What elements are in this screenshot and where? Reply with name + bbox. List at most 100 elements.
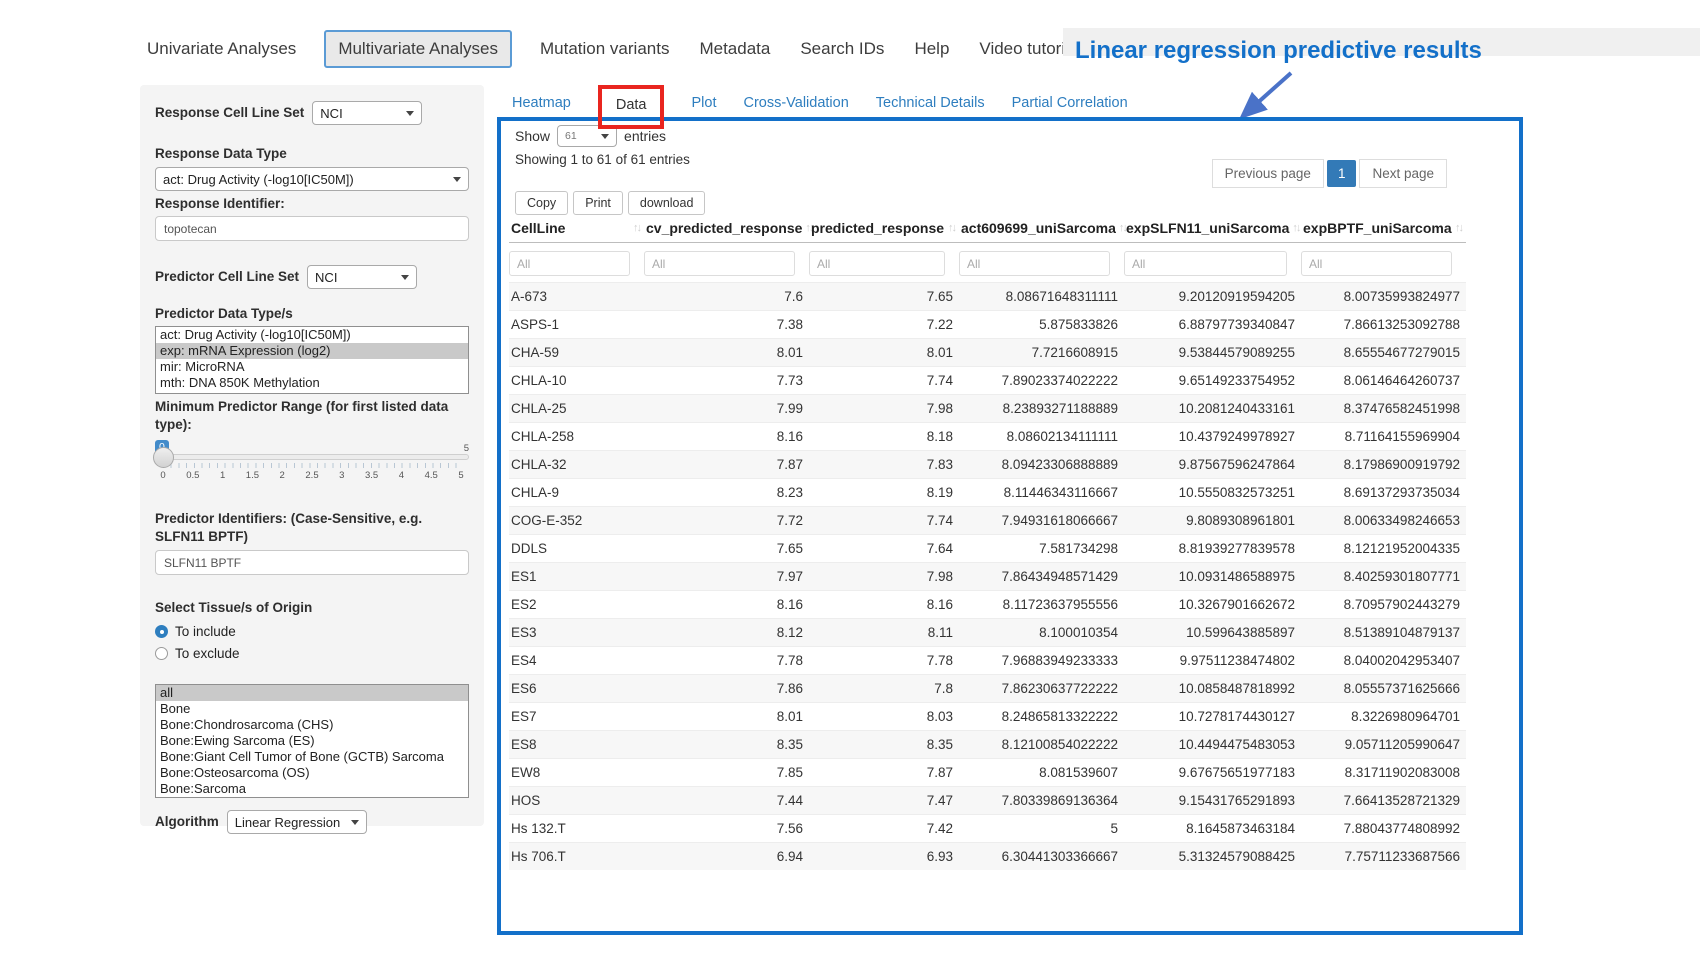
column-header-predicted_response[interactable]: predicted_response↑↓ [809, 216, 959, 236]
cell-value: 8.69137293735034 [1301, 479, 1466, 506]
predictor-identifiers-label: Predictor Identifiers: (Case-Sensitive, … [155, 510, 469, 546]
download-button[interactable]: download [628, 191, 706, 215]
cell-value: 7.98 [809, 395, 959, 422]
sort-icon[interactable]: ↑↓ [633, 222, 640, 234]
column-filter-input-cv_predicted_response[interactable] [644, 251, 795, 276]
cell-value: 8.35 [644, 731, 809, 758]
chevron-down-icon [453, 177, 461, 182]
column-filter-input-cellline[interactable] [509, 251, 630, 276]
tissue-listbox[interactable]: allBoneBone:Chondrosarcoma (CHS)Bone:Ewi… [155, 684, 469, 798]
table-header-row: CellLine↑↓cv_predicted_response↑↓predict… [509, 216, 1466, 243]
slider-tick-label: 3.5 [365, 470, 378, 481]
table-row: EW87.857.878.0815396079.676756519771838.… [509, 758, 1466, 786]
column-header-expslfn11_unisarcoma[interactable]: expSLFN11_uniSarcoma↑↓ [1124, 216, 1301, 236]
response-identifier-input[interactable] [155, 216, 469, 241]
cell-value: 8.100010354 [959, 619, 1124, 646]
nav-item-help[interactable]: Help [912, 32, 951, 66]
slider-track[interactable] [155, 454, 469, 460]
cell-value: 7.85 [644, 759, 809, 786]
cell-value: 8.40259301807771 [1301, 563, 1466, 590]
sort-icon[interactable]: ↑↓ [1455, 222, 1462, 234]
page-number-active[interactable]: 1 [1327, 160, 1357, 187]
cell-value: 7.66413528721329 [1301, 787, 1466, 814]
filter-cell [1301, 249, 1466, 278]
nav-item-metadata[interactable]: Metadata [697, 32, 772, 66]
filter-cell [959, 249, 1124, 278]
tissue-option[interactable]: Bone:Osteosarcoma (OS) [156, 765, 468, 781]
tab-cross-validation[interactable]: Cross-Validation [743, 95, 848, 111]
column-filter-input-predicted_response[interactable] [809, 251, 945, 276]
predictor-cell-line-set-value: NCI [315, 270, 337, 285]
table-row: ES28.168.168.1172363795555610.3267901662… [509, 590, 1466, 618]
cell-value: 8.37476582451998 [1301, 395, 1466, 422]
response-cell-line-set-select[interactable]: NCI [312, 101, 422, 125]
slider-handle[interactable] [153, 447, 174, 468]
predictor-identifiers-input[interactable] [155, 550, 469, 575]
sort-icon[interactable]: ↑↓ [948, 222, 955, 234]
cell-value: 8.16 [644, 423, 809, 450]
radio-icon[interactable] [155, 625, 168, 638]
column-header-label: act609699_uniSarcoma [961, 220, 1116, 236]
sort-icon[interactable]: ↑↓ [1292, 222, 1299, 234]
nav-item-search-ids[interactable]: Search IDs [798, 32, 886, 66]
column-header-cellline[interactable]: CellLine↑↓ [509, 216, 644, 236]
tissue-option[interactable]: Bone:Ewing Sarcoma (ES) [156, 733, 468, 749]
cell-value: 8.31711902083008 [1301, 759, 1466, 786]
tissue-option[interactable]: Bone:Chondrosarcoma (CHS) [156, 717, 468, 733]
predictor-data-type-option[interactable]: act: Drug Activity (-log10[IC50M]) [156, 327, 468, 343]
previous-page-button[interactable]: Previous page [1212, 159, 1324, 188]
tab-partial-correlation[interactable]: Partial Correlation [1012, 95, 1128, 111]
tab-technical-details[interactable]: Technical Details [876, 95, 985, 111]
tab-data[interactable]: Data [598, 85, 665, 129]
predictor-cell-line-set-select[interactable]: NCI [307, 265, 417, 289]
tissue-radio-to-exclude[interactable]: To exclude [155, 646, 469, 661]
tissue-option[interactable]: all [156, 685, 468, 701]
tissue-option[interactable]: Bone:Giant Cell Tumor of Bone (GCTB) Sar… [156, 749, 468, 765]
column-header-expbptf_unisarcoma[interactable]: expBPTF_uniSarcoma↑↓ [1301, 216, 1466, 236]
predictor-data-type-option[interactable]: mth: DNA 850K Methylation [156, 375, 468, 391]
slider-tick-label: 3 [339, 470, 344, 481]
column-header-cv_predicted_response[interactable]: cv_predicted_response↑↓ [644, 216, 809, 236]
column-filter-input-expslfn11_unisarcoma[interactable] [1124, 251, 1287, 276]
tissue-origin-label: Select Tissue/s of Origin [155, 599, 469, 617]
response-cell-line-set-value: NCI [320, 106, 342, 121]
predictor-data-types-label: Predictor Data Type/s [155, 305, 469, 323]
radio-label: To exclude [175, 646, 240, 661]
predictor-data-type-option[interactable]: mir: MicroRNA [156, 359, 468, 375]
copy-button[interactable]: Copy [515, 191, 568, 215]
radio-icon[interactable] [155, 647, 168, 660]
print-button[interactable]: Print [573, 191, 623, 215]
cell-value: 8.08671648311111 [959, 283, 1124, 310]
tab-plot[interactable]: Plot [691, 95, 716, 111]
cell-value: 10.4379249978927 [1124, 423, 1301, 450]
next-page-button[interactable]: Next page [1359, 159, 1447, 188]
column-filter-input-expbptf_unisarcoma[interactable] [1301, 251, 1452, 276]
cell-value: 7.47 [809, 787, 959, 814]
predictor-data-type-option[interactable]: exp: mRNA Expression (log2) [156, 343, 468, 359]
nav-item-univariate-analyses[interactable]: Univariate Analyses [145, 32, 298, 66]
slider-tick-label: 5 [458, 470, 463, 481]
predictor-data-types-listbox[interactable]: act: Drug Activity (-log10[IC50M])exp: m… [155, 326, 469, 394]
cell-value: 8.01 [644, 339, 809, 366]
showing-entries-text: Showing 1 to 61 of 61 entries [515, 152, 690, 167]
column-filter-input-act609699_unisarcoma[interactable] [959, 251, 1110, 276]
entries-select-value: 61 [565, 130, 577, 142]
cell-cellline: A-673 [509, 283, 644, 310]
cell-value: 8.18 [809, 423, 959, 450]
nav-item-mutation-variants[interactable]: Mutation variants [538, 32, 671, 66]
algorithm-select[interactable]: Linear Regression [227, 810, 367, 834]
nav-item-multivariate-analyses[interactable]: Multivariate Analyses [324, 30, 512, 68]
column-header-label: cv_predicted_response [646, 220, 802, 236]
chevron-down-icon [351, 820, 359, 825]
cell-value: 8.65554677279015 [1301, 339, 1466, 366]
tissue-radio-to-include[interactable]: To include [155, 624, 469, 639]
tissue-option[interactable]: Bone:Sarcoma [156, 781, 468, 797]
slider-tick-label: 1 [220, 470, 225, 481]
response-data-type-select[interactable]: act: Drug Activity (-log10[IC50M]) [155, 167, 469, 191]
cell-value: 7.86613253092788 [1301, 311, 1466, 338]
export-buttons: CopyPrintdownload [515, 191, 705, 215]
tab-heatmap[interactable]: Heatmap [512, 95, 571, 111]
tissue-option[interactable]: Bone [156, 701, 468, 717]
column-header-act609699_unisarcoma[interactable]: act609699_uniSarcoma↑↓ [959, 216, 1124, 236]
min-range-slider[interactable]: 0 5 00.511.522.533.544.55 [155, 454, 469, 502]
